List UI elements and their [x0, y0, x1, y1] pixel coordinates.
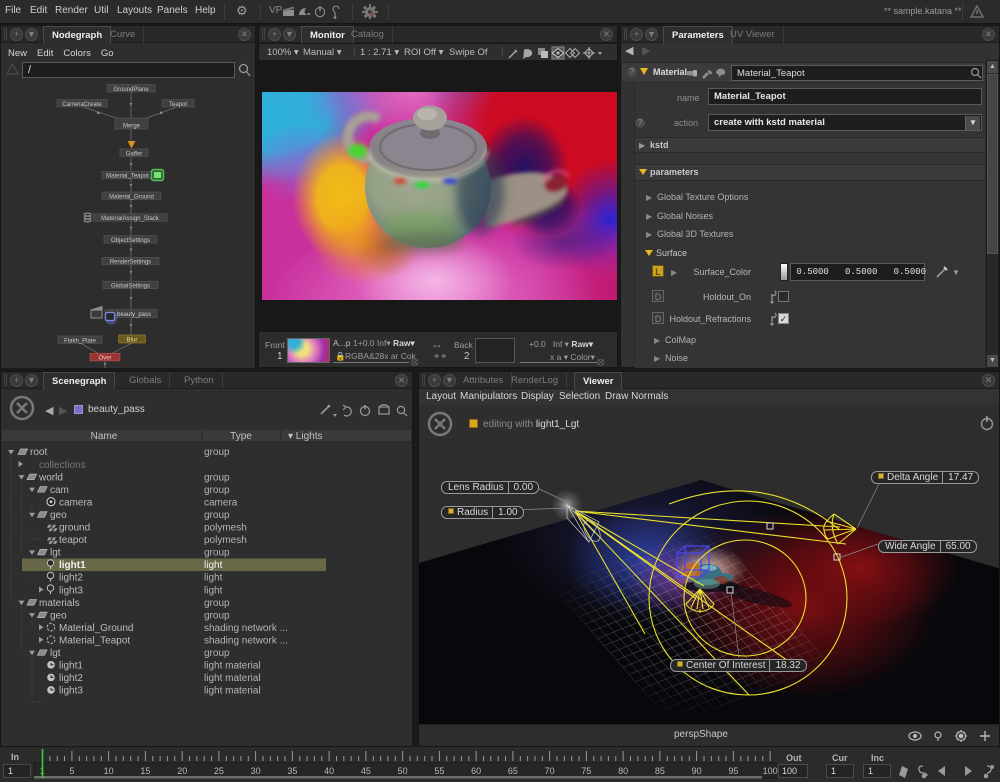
svg-text:RenderSettings: RenderSettings: [110, 260, 151, 266]
svg-text:light1: light1: [59, 560, 86, 571]
svg-text:40: 40: [324, 766, 334, 776]
svg-text:shading network ...: shading network ...: [204, 635, 288, 646]
svg-text:Type: Type: [230, 431, 252, 442]
svg-text:light material: light material: [204, 661, 261, 672]
svg-text:light2: light2: [59, 673, 83, 684]
svg-text:25: 25: [214, 766, 224, 776]
svg-text:materials: materials: [39, 598, 80, 609]
svg-text:65: 65: [508, 766, 518, 776]
svg-text:20: 20: [177, 766, 187, 776]
svg-text:Material_Teapot: Material_Teapot: [106, 174, 149, 180]
svg-text:Over: Over: [98, 355, 111, 361]
svg-text:Gaffer: Gaffer: [126, 151, 143, 157]
svg-text:group: group: [204, 548, 230, 559]
svg-text:light material: light material: [204, 673, 261, 684]
svg-text:Name: Name: [91, 431, 118, 442]
svg-text:ObjectSettings: ObjectSettings: [111, 238, 150, 244]
svg-text:polymesh: polymesh: [204, 535, 247, 546]
svg-text:5: 5: [69, 766, 74, 776]
svg-text:60: 60: [471, 766, 481, 776]
svg-text:10: 10: [104, 766, 114, 776]
svg-text:camera: camera: [59, 497, 93, 508]
svg-text:group: group: [204, 648, 230, 659]
svg-text:shading network ...: shading network ...: [204, 623, 288, 634]
svg-text:lgt: lgt: [50, 648, 61, 659]
svg-text:Merge: Merge: [123, 123, 141, 129]
svg-text:100: 100: [763, 766, 778, 776]
svg-text:30: 30: [251, 766, 261, 776]
svg-text:GroundPlane: GroundPlane: [113, 87, 149, 93]
svg-text:polymesh: polymesh: [204, 523, 247, 534]
svg-text:Flakh_Plate: Flakh_Plate: [64, 338, 96, 344]
svg-text:85: 85: [655, 766, 665, 776]
svg-text:group: group: [204, 598, 230, 609]
svg-text:light: light: [204, 585, 223, 596]
svg-text:75: 75: [581, 766, 591, 776]
svg-text:root: root: [30, 447, 47, 458]
svg-text:55: 55: [434, 766, 444, 776]
svg-text:world: world: [38, 472, 63, 483]
svg-text:light: light: [204, 573, 223, 584]
svg-text:15: 15: [140, 766, 150, 776]
svg-text:GlobalSettings: GlobalSettings: [111, 284, 150, 290]
svg-text:Material_Ground: Material_Ground: [109, 194, 154, 200]
svg-text:teapot: teapot: [59, 535, 87, 546]
svg-text:lgt: lgt: [50, 548, 61, 559]
svg-text:Blur: Blur: [127, 338, 138, 344]
svg-text:geo: geo: [50, 510, 67, 521]
svg-text:light: light: [204, 560, 223, 571]
svg-text:90: 90: [692, 766, 702, 776]
svg-text:70: 70: [545, 766, 555, 776]
svg-text:group: group: [204, 472, 230, 483]
svg-text:35: 35: [287, 766, 297, 776]
svg-text:collections: collections: [39, 460, 86, 471]
svg-text:50: 50: [398, 766, 408, 776]
svg-text:CameraCreate: CameraCreate: [62, 102, 102, 108]
svg-text:1: 1: [39, 766, 44, 776]
svg-text:group: group: [204, 447, 230, 458]
svg-text:group: group: [204, 485, 230, 496]
svg-text:group: group: [204, 610, 230, 621]
svg-text:light2: light2: [59, 573, 83, 584]
svg-text:light material: light material: [204, 686, 261, 697]
svg-text:beauty_pass: beauty_pass: [117, 312, 151, 318]
svg-text:group: group: [204, 510, 230, 521]
svg-text:45: 45: [361, 766, 371, 776]
svg-text:Material_Ground: Material_Ground: [59, 623, 133, 634]
svg-text:Teapot: Teapot: [169, 102, 187, 108]
svg-text:cam: cam: [50, 485, 69, 496]
svg-text:Material_Teapot: Material_Teapot: [59, 635, 130, 646]
svg-text:geo: geo: [50, 610, 67, 621]
svg-text:ground: ground: [59, 523, 90, 534]
svg-text:camera: camera: [204, 497, 238, 508]
svg-text:light3: light3: [59, 686, 83, 697]
svg-text:light3: light3: [59, 585, 83, 596]
svg-text:MaterialAssign_Stack: MaterialAssign_Stack: [101, 216, 160, 222]
svg-text:light1: light1: [59, 661, 83, 672]
svg-text:95: 95: [728, 766, 738, 776]
svg-text:80: 80: [618, 766, 628, 776]
svg-text:▾ Lights: ▾ Lights: [288, 431, 322, 442]
